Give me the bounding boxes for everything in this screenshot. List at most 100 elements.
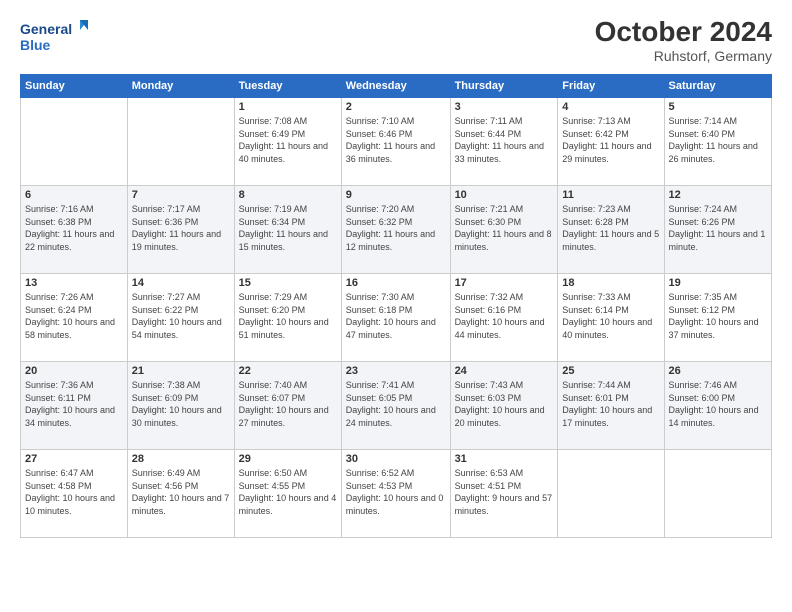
day-cell: 18 Sunrise: 7:33 AM Sunset: 6:14 PM Dayli… — [558, 274, 664, 362]
logo-svg: General Blue — [20, 16, 90, 56]
day-number: 27 — [25, 453, 123, 465]
day-detail: Sunrise: 6:50 AM Sunset: 4:55 PM Dayligh… — [239, 467, 337, 517]
day-cell: 9 Sunrise: 7:20 AM Sunset: 6:32 PM Daylig… — [341, 186, 450, 274]
day-cell: 1 Sunrise: 7:08 AM Sunset: 6:49 PM Daylig… — [234, 98, 341, 186]
logo: General Blue — [20, 16, 90, 56]
col-friday: Friday — [558, 75, 664, 98]
day-cell: 10 Sunrise: 7:21 AM Sunset: 6:30 PM Dayli… — [450, 186, 558, 274]
week-row-4: 20Sunrise: 7:36 AM Sunset: 6:11 PM Dayli… — [21, 362, 772, 450]
day-cell: 13 Sunrise: 7:26 AM Sunset: 6:24 PM Dayli… — [21, 274, 128, 362]
week-row-3: 13 Sunrise: 7:26 AM Sunset: 6:24 PM Dayli… — [21, 274, 772, 362]
day-detail: Sunrise: 7:44 AM Sunset: 6:01 PM Dayligh… — [562, 379, 659, 429]
day-detail: Sunrise: 7:32 AM Sunset: 6:16 PM Dayligh… — [455, 291, 554, 341]
day-detail: Sunrise: 7:17 AM Sunset: 6:36 PM Dayligh… — [132, 203, 230, 253]
day-number: 7 — [132, 189, 230, 201]
day-number: 16 — [346, 277, 446, 289]
day-number: 9 — [346, 189, 446, 201]
col-thursday: Thursday — [450, 75, 558, 98]
day-detail: Sunrise: 7:13 AM Sunset: 6:42 PM Dayligh… — [562, 115, 659, 165]
day-number: 18 — [562, 277, 659, 289]
day-cell: 20Sunrise: 7:36 AM Sunset: 6:11 PM Dayli… — [21, 362, 128, 450]
day-cell: 30 Sunrise: 6:52 AM Sunset: 4:53 PM Dayli… — [341, 450, 450, 538]
day-cell: 14Sunrise: 7:27 AM Sunset: 6:22 PM Dayli… — [127, 274, 234, 362]
day-cell: 15 Sunrise: 7:29 AM Sunset: 6:20 PM Dayli… — [234, 274, 341, 362]
day-number: 11 — [562, 189, 659, 201]
day-cell: 7 Sunrise: 7:17 AM Sunset: 6:36 PM Daylig… — [127, 186, 234, 274]
day-cell: 8 Sunrise: 7:19 AM Sunset: 6:34 PM Daylig… — [234, 186, 341, 274]
day-cell: 29 Sunrise: 6:50 AM Sunset: 4:55 PM Dayli… — [234, 450, 341, 538]
day-detail: Sunrise: 7:35 AM Sunset: 6:12 PM Dayligh… — [669, 291, 767, 341]
day-detail: Sunrise: 7:26 AM Sunset: 6:24 PM Dayligh… — [25, 291, 123, 341]
day-detail: Sunrise: 7:10 AM Sunset: 6:46 PM Dayligh… — [346, 115, 446, 165]
day-cell — [127, 98, 234, 186]
day-number: 2 — [346, 101, 446, 113]
day-cell: 21 Sunrise: 7:38 AM Sunset: 6:09 PM Dayli… — [127, 362, 234, 450]
day-detail: Sunrise: 7:23 AM Sunset: 6:28 PM Dayligh… — [562, 203, 659, 253]
day-cell: 12 Sunrise: 7:24 AM Sunset: 6:26 PM Dayli… — [664, 186, 771, 274]
day-detail: Sunrise: 6:52 AM Sunset: 4:53 PM Dayligh… — [346, 467, 446, 517]
day-number: 30 — [346, 453, 446, 465]
svg-text:Blue: Blue — [20, 37, 51, 53]
svg-text:General: General — [20, 21, 72, 37]
day-detail: Sunrise: 7:14 AM Sunset: 6:40 PM Dayligh… — [669, 115, 767, 165]
day-detail: Sunrise: 7:19 AM Sunset: 6:34 PM Dayligh… — [239, 203, 337, 253]
day-detail: Sunrise: 6:47 AM Sunset: 4:58 PM Dayligh… — [25, 467, 123, 517]
col-monday: Monday — [127, 75, 234, 98]
day-detail: Sunrise: 7:11 AM Sunset: 6:44 PM Dayligh… — [455, 115, 554, 165]
day-cell: 31Sunrise: 6:53 AM Sunset: 4:51 PM Dayli… — [450, 450, 558, 538]
day-detail: Sunrise: 7:08 AM Sunset: 6:49 PM Dayligh… — [239, 115, 337, 165]
day-cell — [664, 450, 771, 538]
day-number: 20 — [25, 365, 123, 377]
day-detail: Sunrise: 7:20 AM Sunset: 6:32 PM Dayligh… — [346, 203, 446, 253]
day-number: 26 — [669, 365, 767, 377]
week-row-1: 1 Sunrise: 7:08 AM Sunset: 6:49 PM Daylig… — [21, 98, 772, 186]
day-cell: 26 Sunrise: 7:46 AM Sunset: 6:00 PM Dayli… — [664, 362, 771, 450]
day-number: 13 — [25, 277, 123, 289]
day-number: 22 — [239, 365, 337, 377]
location-subtitle: Ruhstorf, Germany — [595, 48, 772, 64]
day-cell: 17Sunrise: 7:32 AM Sunset: 6:16 PM Dayli… — [450, 274, 558, 362]
calendar-table: Sunday Monday Tuesday Wednesday Thursday… — [20, 74, 772, 538]
day-cell: 25 Sunrise: 7:44 AM Sunset: 6:01 PM Dayli… — [558, 362, 664, 450]
day-number: 24 — [455, 365, 554, 377]
day-detail: Sunrise: 7:27 AM Sunset: 6:22 PM Dayligh… — [132, 291, 230, 341]
day-detail: Sunrise: 7:29 AM Sunset: 6:20 PM Dayligh… — [239, 291, 337, 341]
day-number: 12 — [669, 189, 767, 201]
day-number: 31 — [455, 453, 554, 465]
day-detail: Sunrise: 7:46 AM Sunset: 6:00 PM Dayligh… — [669, 379, 767, 429]
day-number: 1 — [239, 101, 337, 113]
day-number: 6 — [25, 189, 123, 201]
day-cell: 6 Sunrise: 7:16 AM Sunset: 6:38 PM Daylig… — [21, 186, 128, 274]
header-row: Sunday Monday Tuesday Wednesday Thursday… — [21, 75, 772, 98]
day-number: 10 — [455, 189, 554, 201]
day-detail: Sunrise: 7:30 AM Sunset: 6:18 PM Dayligh… — [346, 291, 446, 341]
day-cell: 16 Sunrise: 7:30 AM Sunset: 6:18 PM Dayli… — [341, 274, 450, 362]
day-number: 29 — [239, 453, 337, 465]
day-detail: Sunrise: 6:49 AM Sunset: 4:56 PM Dayligh… — [132, 467, 230, 517]
day-cell: 5Sunrise: 7:14 AM Sunset: 6:40 PM Daylig… — [664, 98, 771, 186]
day-cell: 22Sunrise: 7:40 AM Sunset: 6:07 PM Dayli… — [234, 362, 341, 450]
title-block: October 2024 Ruhstorf, Germany — [595, 16, 772, 64]
day-detail: Sunrise: 7:16 AM Sunset: 6:38 PM Dayligh… — [25, 203, 123, 253]
day-detail: Sunrise: 7:24 AM Sunset: 6:26 PM Dayligh… — [669, 203, 767, 253]
day-number: 25 — [562, 365, 659, 377]
day-number: 21 — [132, 365, 230, 377]
col-tuesday: Tuesday — [234, 75, 341, 98]
day-detail: Sunrise: 7:41 AM Sunset: 6:05 PM Dayligh… — [346, 379, 446, 429]
day-detail: Sunrise: 7:33 AM Sunset: 6:14 PM Dayligh… — [562, 291, 659, 341]
day-number: 8 — [239, 189, 337, 201]
day-cell: 2 Sunrise: 7:10 AM Sunset: 6:46 PM Daylig… — [341, 98, 450, 186]
col-saturday: Saturday — [664, 75, 771, 98]
month-title: October 2024 — [595, 16, 772, 48]
col-wednesday: Wednesday — [341, 75, 450, 98]
day-number: 3 — [455, 101, 554, 113]
day-cell — [558, 450, 664, 538]
day-cell: 24Sunrise: 7:43 AM Sunset: 6:03 PM Dayli… — [450, 362, 558, 450]
day-detail: Sunrise: 7:21 AM Sunset: 6:30 PM Dayligh… — [455, 203, 554, 253]
day-number: 15 — [239, 277, 337, 289]
day-cell — [21, 98, 128, 186]
day-detail: Sunrise: 7:38 AM Sunset: 6:09 PM Dayligh… — [132, 379, 230, 429]
day-cell: 23Sunrise: 7:41 AM Sunset: 6:05 PM Dayli… — [341, 362, 450, 450]
day-number: 19 — [669, 277, 767, 289]
col-sunday: Sunday — [21, 75, 128, 98]
